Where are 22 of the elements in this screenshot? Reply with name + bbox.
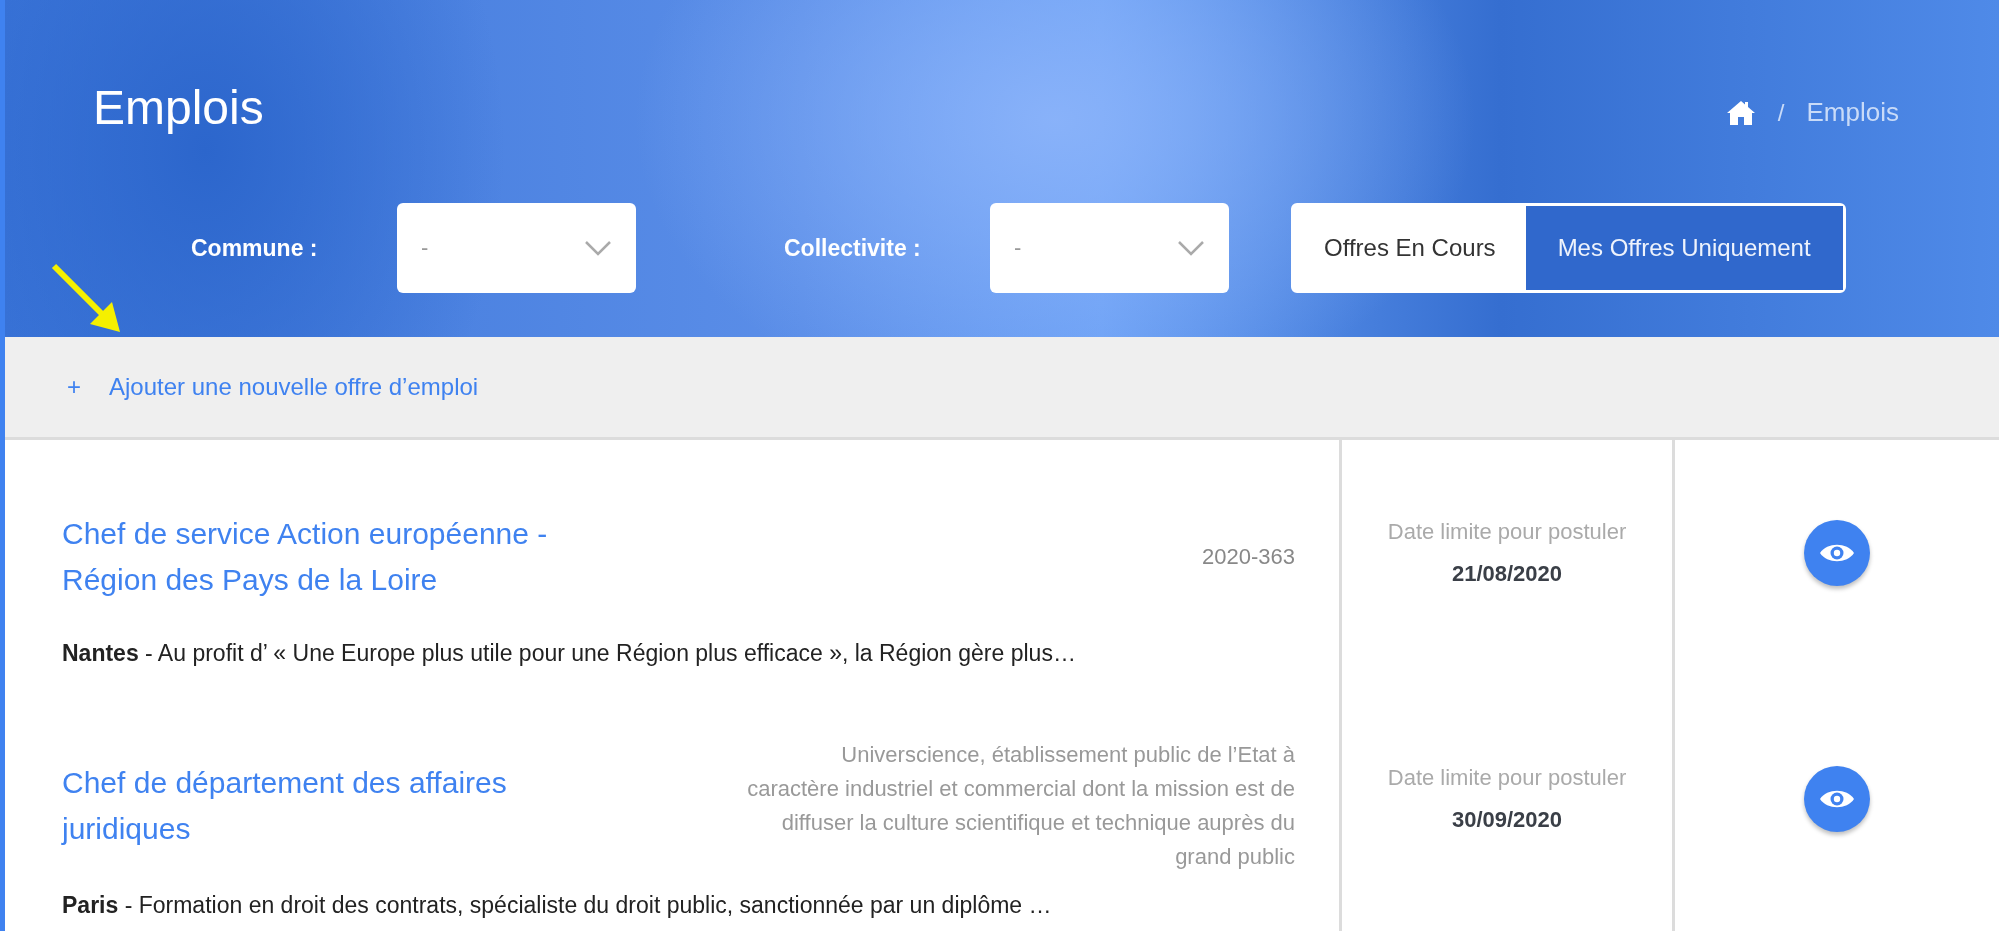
breadcrumb-separator: / [1777,98,1785,127]
deadline-text: Date limite pour postuler 21/08/2020 [1387,518,1627,588]
view-toggle-option[interactable]: Mes Offres Uniquement [1525,206,1843,290]
filter-label: Collectivite : [784,234,922,262]
offer-title-link[interactable]: Chef de service Action européenne - Région des Pays de la Loire [62,511,622,603]
filter-label: Commune : [191,234,319,262]
chevron-down-icon [1177,240,1205,256]
view-button[interactable] [1804,766,1870,832]
add-offer-link[interactable]: + Ajouter une nouvelle offre d’emploi [67,373,479,401]
offer-summary: Paris - Formation en droit des contrats, spécialiste du droit public, sanctionnée par un diplôme … [62,892,1053,919]
offer-summary: Nantes - Au profit d’ « Une Europe plus utile pour une Région plus efficace », la Région gère plus… [62,640,1077,667]
breadcrumb-current: Emplois [1806,97,1899,128]
view-button[interactable] [1804,520,1870,586]
deadline-text: Date limite pour postuler 30/09/2020 [1387,764,1627,834]
filter-select[interactable]: - [990,203,1229,293]
offer-reference: 2020-363 [1202,544,1295,570]
organization-description: Universcience, établissement public de l’Etat à caractère industriel et commercial dont la mission est de diffuser la culture scientifique et technique auprès du grand public [746,741,1295,871]
chevron-down-icon [584,240,612,256]
filter-select[interactable]: - [397,203,636,293]
offer-title-link[interactable]: Chef de département des affaires juridiques [62,760,622,852]
page-title: Emplois [93,80,264,135]
home-icon[interactable] [1725,99,1756,126]
